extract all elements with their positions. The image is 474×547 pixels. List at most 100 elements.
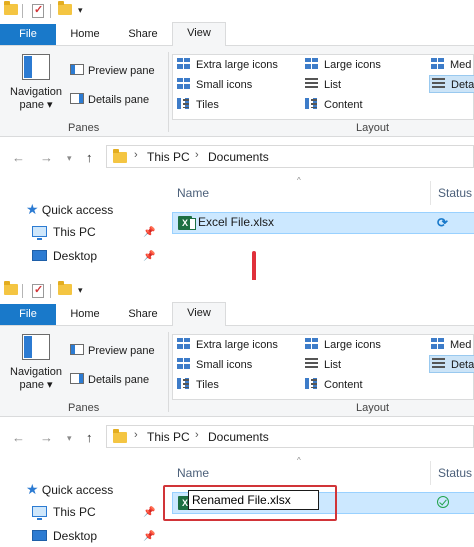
- tab-share[interactable]: Share: [114, 24, 172, 45]
- layout-content[interactable]: Content: [305, 376, 363, 394]
- properties-icon[interactable]: [32, 283, 44, 298]
- layout-small-icons[interactable]: Small icons: [177, 76, 252, 94]
- layout-tiles[interactable]: Tiles: [177, 96, 219, 114]
- toolbar-separator: [22, 284, 23, 298]
- content-area: ^ Name Status ★ Quick access This PC 📌 D…: [0, 176, 474, 267]
- back-arrow-icon[interactable]: ←: [12, 430, 25, 445]
- details-pane-button[interactable]: Details pane: [70, 372, 149, 388]
- nav-item-label: Desktop: [53, 249, 98, 263]
- preview-pane-button[interactable]: Preview pane: [70, 63, 155, 79]
- back-arrow-icon[interactable]: ←: [12, 150, 25, 165]
- layout-extra-large-icons[interactable]: Extra large icons: [177, 336, 278, 354]
- nav-item-label: Desktop: [53, 529, 98, 543]
- recent-locations-icon[interactable]: ▾: [67, 433, 72, 444]
- ribbon-view: Navigation pane ▾ Preview pane Details p…: [0, 325, 474, 417]
- tab-home[interactable]: Home: [58, 304, 112, 325]
- customize-toolbar-icon[interactable]: ▾: [78, 5, 83, 16]
- panes-group-label: Panes: [68, 122, 100, 134]
- layout-list[interactable]: List: [305, 76, 341, 94]
- address-bar[interactable]: › This PC › Documents: [106, 145, 474, 168]
- address-bar[interactable]: › This PC › Documents: [106, 425, 474, 448]
- layout-tiles[interactable]: Tiles: [177, 376, 219, 394]
- column-header-name[interactable]: Name: [177, 466, 209, 480]
- sync-icon: ⟳: [437, 215, 448, 230]
- small-icons-icon: [177, 78, 190, 89]
- address-row: ← → ▾ ↑ › This PC › Documents: [0, 417, 474, 457]
- navigation-pane-icon: [22, 54, 50, 80]
- tab-share[interactable]: Share: [114, 304, 172, 325]
- layout-item-label: Large icons: [324, 59, 381, 71]
- rename-highlight: [163, 485, 337, 521]
- layout-list[interactable]: List: [305, 356, 341, 374]
- layout-item-label: Small icons: [196, 79, 253, 91]
- file-row[interactable]: X Excel File.xlsx ⟳: [172, 212, 474, 234]
- file-name[interactable]: Excel File.xlsx: [198, 215, 274, 229]
- forward-arrow-icon[interactable]: →: [40, 150, 53, 165]
- rename-input[interactable]: [188, 490, 319, 510]
- new-folder-icon[interactable]: [58, 1, 72, 15]
- column-header-name[interactable]: Name: [177, 186, 209, 200]
- breadcrumb-documents[interactable]: Documents: [208, 430, 269, 444]
- nav-quick-access[interactable]: ★ Quick access: [26, 480, 156, 498]
- desktop-icon: [32, 530, 47, 541]
- chevron-right-icon[interactable]: ›: [134, 149, 138, 161]
- layout-item-label: Tiles: [196, 379, 219, 391]
- preview-pane-label: Preview pane: [88, 65, 155, 77]
- column-divider[interactable]: [430, 461, 431, 485]
- layout-large-icons[interactable]: Large icons: [305, 56, 381, 74]
- column-header-status[interactable]: Status: [438, 186, 472, 200]
- layout-details[interactable]: Deta: [429, 355, 474, 373]
- column-divider[interactable]: [430, 181, 431, 205]
- pin-icon: 📌: [143, 531, 156, 542]
- chevron-right-icon[interactable]: ›: [134, 429, 138, 441]
- new-folder-icon[interactable]: [58, 281, 72, 295]
- layout-item-label: Content: [324, 379, 363, 391]
- layout-gallery: Extra large icons Large icons Med Small …: [172, 334, 474, 400]
- tab-file[interactable]: File: [0, 304, 56, 325]
- column-header-status[interactable]: Status: [438, 466, 472, 480]
- details-pane-button[interactable]: Details pane: [70, 92, 149, 108]
- extra-large-icons-icon: [177, 338, 190, 349]
- medium-icons-icon: [431, 58, 444, 69]
- recent-locations-icon[interactable]: ▾: [67, 153, 72, 164]
- layout-medium-icons[interactable]: Med: [431, 336, 471, 354]
- breadcrumb-documents[interactable]: Documents: [208, 150, 269, 164]
- quick-access-toolbar: ▾: [0, 280, 474, 304]
- address-row: ← → ▾ ↑ › This PC › Documents: [0, 137, 474, 177]
- navigation-pane-button[interactable]: Navigation pane ▾: [8, 54, 64, 112]
- tab-file[interactable]: File: [0, 24, 56, 45]
- large-icons-icon: [305, 58, 318, 69]
- chevron-right-icon[interactable]: ›: [195, 429, 199, 441]
- forward-arrow-icon[interactable]: →: [40, 430, 53, 445]
- tab-view[interactable]: View: [172, 302, 226, 326]
- layout-content[interactable]: Content: [305, 96, 363, 114]
- breadcrumb-this-pc[interactable]: This PC: [147, 430, 190, 444]
- preview-pane-button[interactable]: Preview pane: [70, 343, 155, 359]
- tiles-icon: [177, 98, 190, 109]
- list-icon: [305, 358, 318, 369]
- nav-quick-access[interactable]: ★ Quick access: [26, 200, 156, 218]
- tab-view[interactable]: View: [172, 22, 226, 46]
- quick-access-toolbar: ▾: [0, 0, 474, 24]
- layout-medium-icons[interactable]: Med: [431, 56, 471, 74]
- chevron-right-icon[interactable]: ›: [195, 149, 199, 161]
- up-arrow-icon[interactable]: ↑: [86, 150, 93, 165]
- up-arrow-icon[interactable]: ↑: [86, 430, 93, 445]
- group-divider: [168, 332, 169, 412]
- panes-group-label: Panes: [68, 402, 100, 414]
- navigation-pane-button[interactable]: Navigation pane ▾: [8, 334, 64, 392]
- customize-toolbar-icon[interactable]: ▾: [78, 285, 83, 296]
- properties-icon[interactable]: [32, 3, 44, 18]
- layout-item-label: Med: [450, 59, 472, 71]
- breadcrumb-this-pc[interactable]: This PC: [147, 150, 190, 164]
- navigation-pane-icon: [22, 334, 50, 360]
- nav-item-label: This PC: [53, 505, 96, 519]
- toolbar-separator: [22, 4, 23, 18]
- layout-large-icons[interactable]: Large icons: [305, 336, 381, 354]
- tab-home[interactable]: Home: [58, 24, 112, 45]
- layout-small-icons[interactable]: Small icons: [177, 356, 252, 374]
- layout-details[interactable]: Deta: [429, 75, 474, 93]
- layout-item-label: Tiles: [196, 99, 219, 111]
- layout-extra-large-icons[interactable]: Extra large icons: [177, 56, 278, 74]
- toolbar-separator: [50, 284, 51, 298]
